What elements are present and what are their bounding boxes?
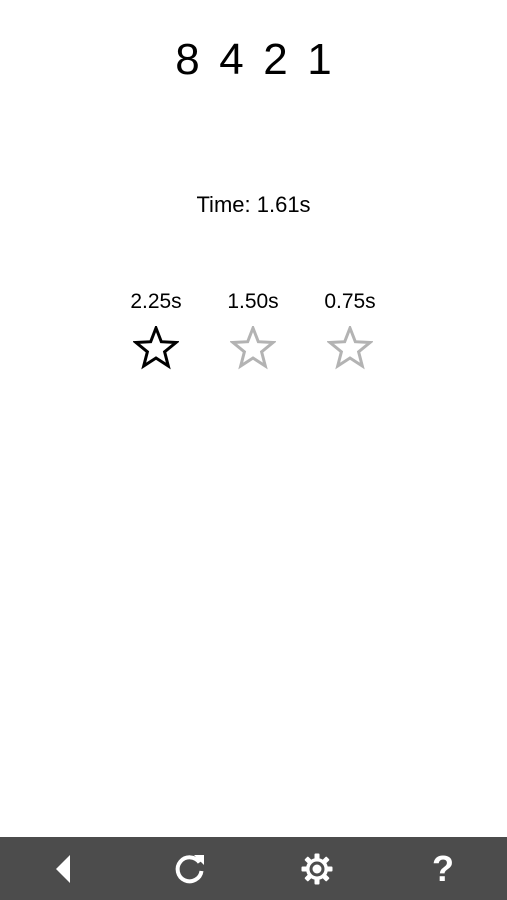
- star-filled-outline-icon: [133, 326, 179, 370]
- star-target-3: 0.75s: [310, 289, 390, 370]
- sequence-digit-2: 4: [219, 35, 244, 84]
- star-target-time: 0.75s: [324, 290, 376, 313]
- star-target-2: 1.50s: [213, 289, 293, 370]
- star-outline-icon: [327, 326, 373, 370]
- restart-icon: [175, 854, 204, 883]
- bottom-toolbar: ?: [0, 837, 507, 900]
- sequence-digit-3: 2: [263, 35, 288, 84]
- star-target-time: 1.50s: [227, 290, 279, 313]
- sequence-digit-4: 1: [307, 35, 332, 84]
- restart-button[interactable]: [158, 837, 222, 900]
- settings-button[interactable]: [285, 837, 349, 900]
- back-button[interactable]: [32, 837, 96, 900]
- sequence-digit-1: 8: [175, 35, 200, 84]
- gear-icon: [301, 853, 333, 884]
- number-sequence: 8 4 2 1: [0, 34, 507, 86]
- star-target-1: 2.25s: [116, 289, 196, 370]
- star-target-time: 2.25s: [130, 290, 182, 313]
- back-arrow-icon: [56, 854, 70, 883]
- time-label: Time: 1.61s: [196, 192, 311, 217]
- help-button[interactable]: ?: [411, 837, 475, 900]
- help-icon: ?: [432, 847, 454, 889]
- star-outline-icon: [230, 326, 276, 370]
